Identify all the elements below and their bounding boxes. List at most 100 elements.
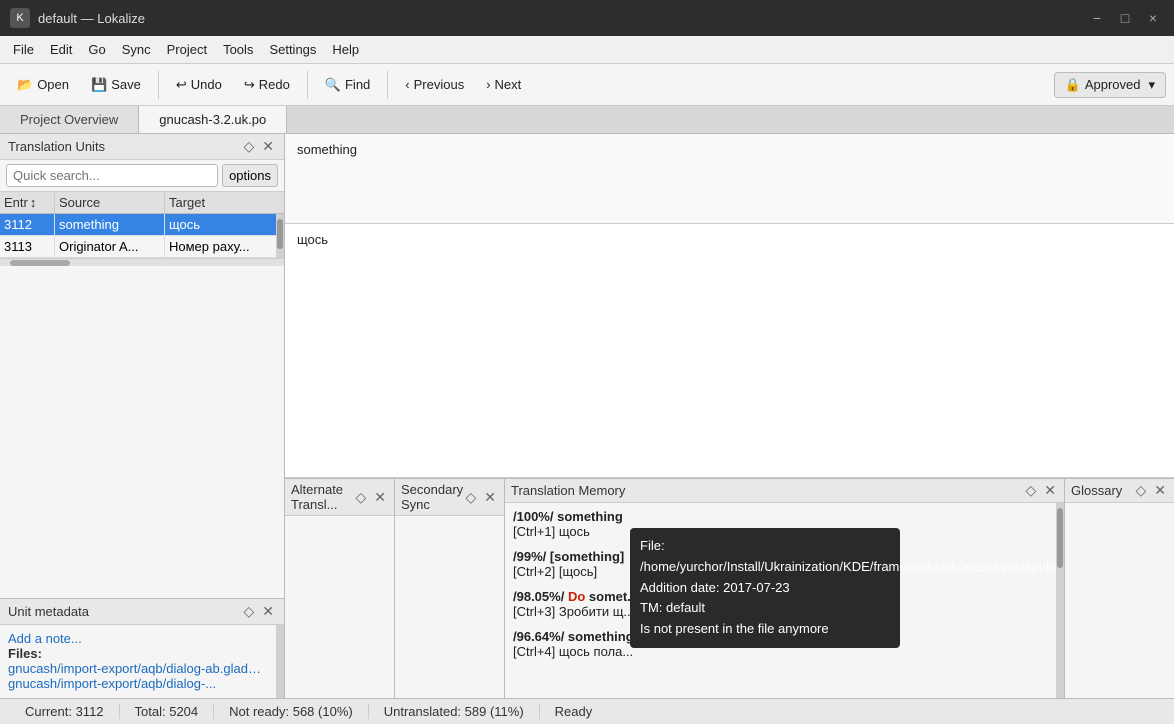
search-input[interactable] bbox=[6, 164, 218, 187]
tooltip-note: Is not present in the file anymore bbox=[640, 619, 890, 640]
translation-units-pin-icon[interactable]: ◇ bbox=[241, 138, 256, 155]
col-source: Source bbox=[55, 192, 165, 213]
file-link-2[interactable]: gnucash/import-export/aqb/dialog-... bbox=[8, 676, 268, 691]
tm-scroll-thumb bbox=[1057, 508, 1063, 568]
glossary-pin-icon[interactable]: ◇ bbox=[1133, 482, 1148, 499]
next-icon: › bbox=[486, 77, 490, 92]
undo-label: Undo bbox=[191, 77, 222, 92]
translation-units-close-icon[interactable]: ✕ bbox=[260, 138, 276, 155]
sort-icon: ↕ bbox=[30, 195, 37, 210]
toolbar-sep-2 bbox=[307, 71, 308, 99]
next-button[interactable]: › Next bbox=[477, 72, 530, 97]
unit-metadata-section: Unit metadata ◇ ✕ Add a note... Files: g… bbox=[0, 598, 284, 698]
right-panel: something щось Alternate Transl... ◇ ✕ bbox=[285, 134, 1174, 698]
files-label: Files: bbox=[8, 646, 42, 661]
alt-pin-icon[interactable]: ◇ bbox=[353, 489, 368, 506]
translation-memory-title: Translation Memory bbox=[511, 483, 625, 498]
secondary-sync-header: Secondary Sync ◇ ✕ bbox=[395, 479, 504, 516]
translation-units-icons: ◇ ✕ bbox=[241, 138, 276, 155]
toolbar-sep-3 bbox=[387, 71, 388, 99]
tm-pin-icon[interactable]: ◇ bbox=[1023, 482, 1038, 499]
sync-pin-icon[interactable]: ◇ bbox=[463, 489, 478, 506]
table-scrollbar[interactable] bbox=[276, 214, 284, 258]
table-row[interactable]: 3112 something щось bbox=[0, 214, 276, 236]
undo-button[interactable]: ↩ Undo bbox=[167, 72, 231, 98]
status-not-ready: Not ready: 568 (10%) bbox=[214, 704, 369, 719]
add-note-link[interactable]: Add a note... bbox=[8, 631, 268, 646]
highlight-word: Do bbox=[568, 589, 585, 604]
menu-project[interactable]: Project bbox=[159, 39, 215, 60]
find-label: Find bbox=[345, 77, 370, 92]
previous-icon: ‹ bbox=[405, 77, 409, 92]
tm-tooltip: File: /home/yurchor/Install/Ukrainizatio… bbox=[630, 528, 900, 648]
cell-entry: 3112 bbox=[0, 214, 55, 235]
undo-icon: ↩ bbox=[176, 77, 187, 93]
redo-button[interactable]: ↪ Redo bbox=[235, 72, 299, 98]
metadata-content: Add a note... Files: gnucash/import-expo… bbox=[0, 625, 276, 698]
titlebar-left: K default — Lokalize bbox=[10, 8, 145, 28]
find-button[interactable]: 🔍 Find bbox=[316, 72, 379, 98]
find-icon: 🔍 bbox=[325, 77, 341, 93]
unit-metadata-header: Unit metadata ◇ ✕ bbox=[0, 599, 284, 625]
table-row[interactable]: 3113 Originator A... Номер раху... bbox=[0, 236, 276, 258]
approved-icon: 🔒 bbox=[1065, 77, 1081, 93]
redo-label: Redo bbox=[259, 77, 290, 92]
open-button[interactable]: 📂 Open bbox=[8, 72, 78, 98]
translation-units-title: Translation Units bbox=[8, 139, 105, 154]
tab-project-overview[interactable]: Project Overview bbox=[0, 106, 139, 133]
glossary-panel: Glossary ◇ ✕ bbox=[1065, 479, 1174, 698]
statusbar: Current: 3112 Total: 5204 Not ready: 568… bbox=[0, 698, 1174, 724]
glossary-close-icon[interactable]: ✕ bbox=[1152, 482, 1168, 499]
menu-edit[interactable]: Edit bbox=[42, 39, 80, 60]
titlebar: K default — Lokalize − □ × bbox=[0, 0, 1174, 36]
metadata-scrollbar[interactable] bbox=[276, 625, 284, 698]
tooltip-date: Addition date: 2017-07-23 bbox=[640, 578, 890, 599]
chevron-down-icon: ▾ bbox=[1148, 77, 1155, 93]
table-header: Entr ↕ Source Target bbox=[0, 192, 284, 214]
cell-entry: 3113 bbox=[0, 236, 55, 257]
cell-target: Номер раху... bbox=[165, 236, 276, 257]
titlebar-title: default — Lokalize bbox=[38, 11, 145, 26]
toolbar-sep-1 bbox=[158, 71, 159, 99]
glossary-title: Glossary bbox=[1071, 483, 1122, 498]
options-button[interactable]: options bbox=[222, 164, 278, 187]
close-button[interactable]: × bbox=[1142, 7, 1164, 29]
menu-go[interactable]: Go bbox=[80, 39, 113, 60]
minimize-button[interactable]: − bbox=[1086, 7, 1108, 29]
menu-settings[interactable]: Settings bbox=[261, 39, 324, 60]
translation-units-header: Translation Units ◇ ✕ bbox=[0, 134, 284, 160]
open-label: Open bbox=[37, 77, 69, 92]
unit-metadata-title: Unit metadata bbox=[8, 604, 89, 619]
tm-close-icon[interactable]: ✕ bbox=[1042, 482, 1058, 499]
save-button[interactable]: 💾 Save bbox=[82, 72, 150, 98]
cell-target: щось bbox=[165, 214, 276, 235]
approved-button[interactable]: 🔒 Approved ▾ bbox=[1054, 72, 1166, 98]
alt-close-icon[interactable]: ✕ bbox=[372, 489, 388, 506]
unit-metadata-pin-icon[interactable]: ◇ bbox=[241, 603, 256, 620]
tab-gnucash[interactable]: gnucash-3.2.uk.po bbox=[139, 106, 287, 133]
translation-memory-panel: Translation Memory ◇ ✕ /100%/ something … bbox=[505, 479, 1065, 698]
unit-metadata-close-icon[interactable]: ✕ bbox=[260, 603, 276, 620]
menu-help[interactable]: Help bbox=[324, 39, 367, 60]
menu-tools[interactable]: Tools bbox=[215, 39, 261, 60]
tooltip-file: File: /home/yurchor/Install/Ukrainizatio… bbox=[640, 536, 890, 578]
tabbar: Project Overview gnucash-3.2.uk.po bbox=[0, 106, 1174, 134]
unit-metadata-icons: ◇ ✕ bbox=[241, 603, 276, 620]
next-label: Next bbox=[495, 77, 522, 92]
left-panel: Translation Units ◇ ✕ options Entr ↕ Sou… bbox=[0, 134, 285, 698]
toolbar: 📂 Open 💾 Save ↩ Undo ↪ Redo 🔍 Find ‹ Pre… bbox=[0, 64, 1174, 106]
status-ready: Ready bbox=[540, 704, 608, 719]
maximize-button[interactable]: □ bbox=[1114, 7, 1136, 29]
glossary-content bbox=[1065, 503, 1174, 698]
titlebar-controls[interactable]: − □ × bbox=[1086, 7, 1164, 29]
previous-button[interactable]: ‹ Previous bbox=[396, 72, 473, 97]
cell-source: something bbox=[55, 214, 165, 235]
menu-sync[interactable]: Sync bbox=[114, 39, 159, 60]
menu-file[interactable]: File bbox=[5, 39, 42, 60]
table-hscroll[interactable] bbox=[0, 258, 284, 266]
sync-close-icon[interactable]: ✕ bbox=[482, 489, 498, 506]
translation-text-area[interactable]: щось bbox=[285, 224, 1174, 478]
tm-scrollbar[interactable] bbox=[1056, 503, 1064, 698]
file-link-1[interactable]: gnucash/import-export/aqb/dialog-ab.glad… bbox=[8, 661, 268, 676]
alternate-transl-content bbox=[285, 516, 394, 698]
